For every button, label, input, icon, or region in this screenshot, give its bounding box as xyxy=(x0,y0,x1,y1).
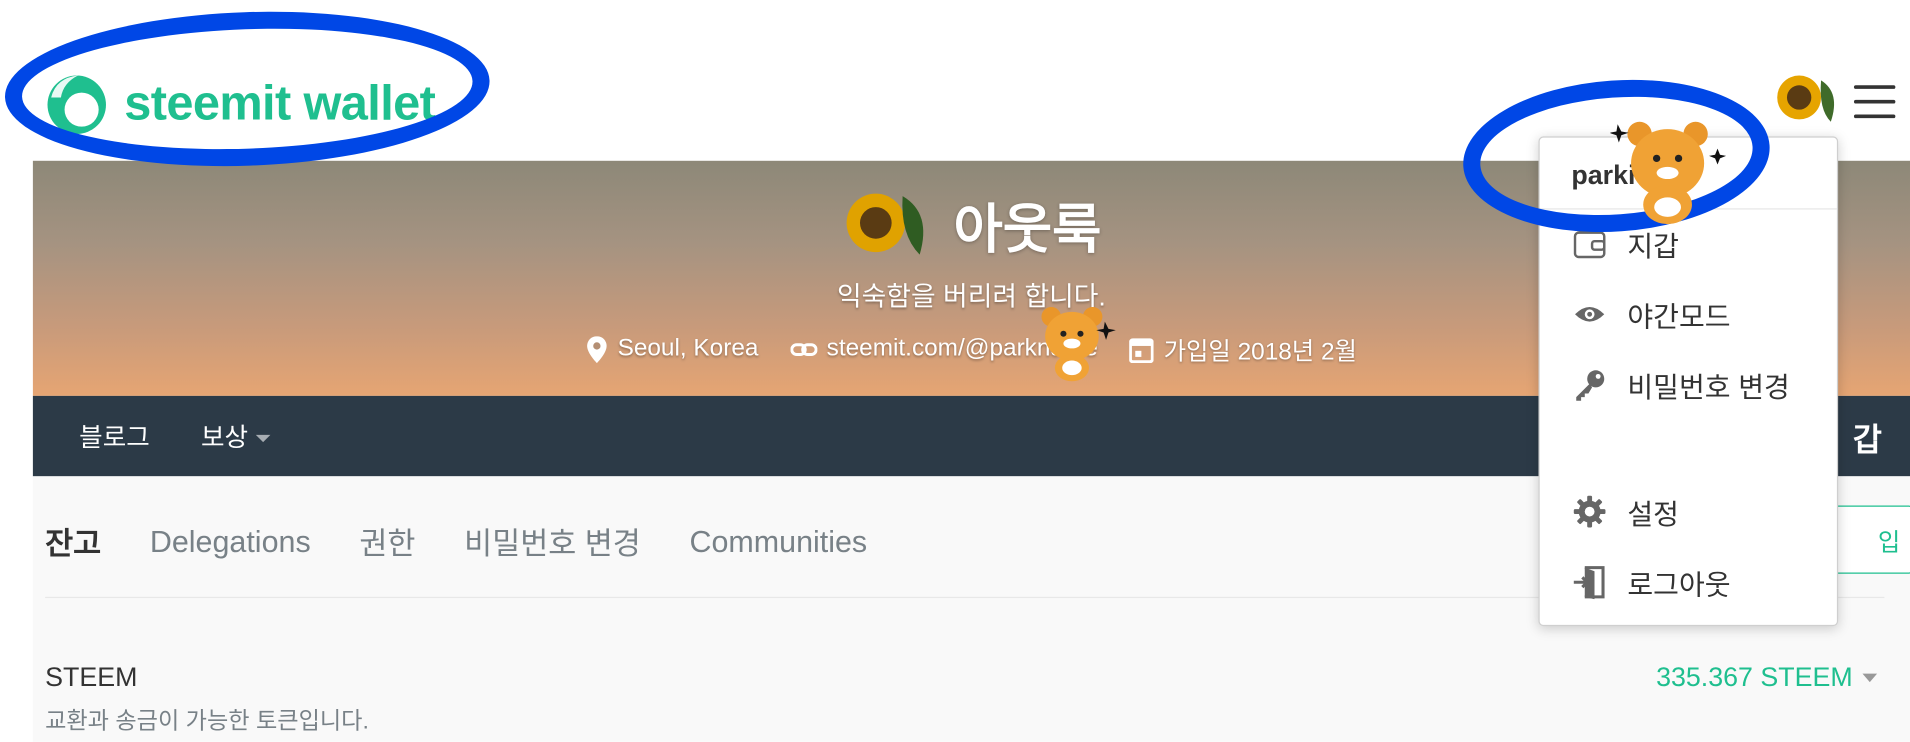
hamburger-menu-icon[interactable] xyxy=(1853,85,1896,122)
menu-item-wallet[interactable]: 지갑 xyxy=(1571,223,1679,264)
tab-change-password[interactable]: 비밀번호 변경 xyxy=(464,520,641,564)
tab-balance[interactable]: 잔고 xyxy=(45,520,101,564)
menu-item-label: 야간모드 xyxy=(1627,300,1731,333)
menu-item-settings[interactable]: 설정 xyxy=(1571,491,1679,532)
steem-description: 교환과 송금이 가능한 토큰입니다. xyxy=(45,708,369,735)
tab-delegations[interactable]: Delegations xyxy=(150,524,311,559)
nav-right-partial[interactable]: 갑 xyxy=(1853,415,1882,460)
nav-blog[interactable]: 블로그 xyxy=(79,418,150,455)
caret-down-icon xyxy=(255,435,270,443)
bear-sticker-icon xyxy=(1041,306,1116,382)
steem-title: STEEM xyxy=(45,661,138,692)
location-text: Seoul, Korea xyxy=(617,334,759,362)
steemit-wallet-logo[interactable]: steemit wallet xyxy=(44,71,436,137)
key-icon xyxy=(1571,367,1608,404)
menu-item-logout[interactable]: 로그아웃 xyxy=(1571,562,1730,603)
nav-rewards[interactable]: 보상 xyxy=(201,418,270,455)
logout-icon xyxy=(1571,564,1608,601)
menu-item-label: 로그아웃 xyxy=(1627,568,1731,601)
link-icon xyxy=(790,342,817,356)
steem-balance-dropdown[interactable]: 335.367 STEEM xyxy=(1656,661,1878,693)
wallet-tabs: 잔고 Delegations 권한 비밀번호 변경 Communities xyxy=(45,520,916,564)
nav-rewards-label: 보상 xyxy=(200,423,249,452)
tab-communities[interactable]: Communities xyxy=(689,524,867,559)
steem-amount: 335.367 STEEM xyxy=(1656,661,1853,692)
gear-icon xyxy=(1571,493,1608,530)
right-action-button[interactable]: 입 xyxy=(1833,505,1910,574)
joined-item: 가입일 2018년 2월 xyxy=(1129,331,1357,366)
location-pin-icon xyxy=(587,335,607,363)
caret-down-icon xyxy=(1862,673,1878,682)
menu-item-label: 비밀번호 변경 xyxy=(1627,371,1790,404)
profile-name: 아웃룩 xyxy=(953,199,1102,260)
menu-item-change-password[interactable]: 비밀번호 변경 xyxy=(1571,364,1790,405)
user-avatar[interactable] xyxy=(1772,68,1843,129)
location-item: Seoul, Korea xyxy=(586,334,759,363)
bear-sticker-icon xyxy=(1610,121,1727,225)
profile-avatar xyxy=(846,193,923,255)
joined-date: 가입일 2018년 2월 xyxy=(1163,338,1357,366)
sunflower-icon xyxy=(1777,75,1835,122)
steemit-logo-icon xyxy=(44,71,110,137)
calendar-icon xyxy=(1129,337,1154,363)
wallet-icon xyxy=(1571,225,1608,262)
eye-icon xyxy=(1571,296,1608,333)
menu-item-night-mode[interactable]: 야간모드 xyxy=(1571,294,1730,335)
menu-item-label: 지갑 xyxy=(1627,230,1679,262)
menu-item-label: 설정 xyxy=(1627,498,1679,530)
logo-text: steemit wallet xyxy=(124,76,436,130)
tab-permissions[interactable]: 권한 xyxy=(359,520,415,564)
